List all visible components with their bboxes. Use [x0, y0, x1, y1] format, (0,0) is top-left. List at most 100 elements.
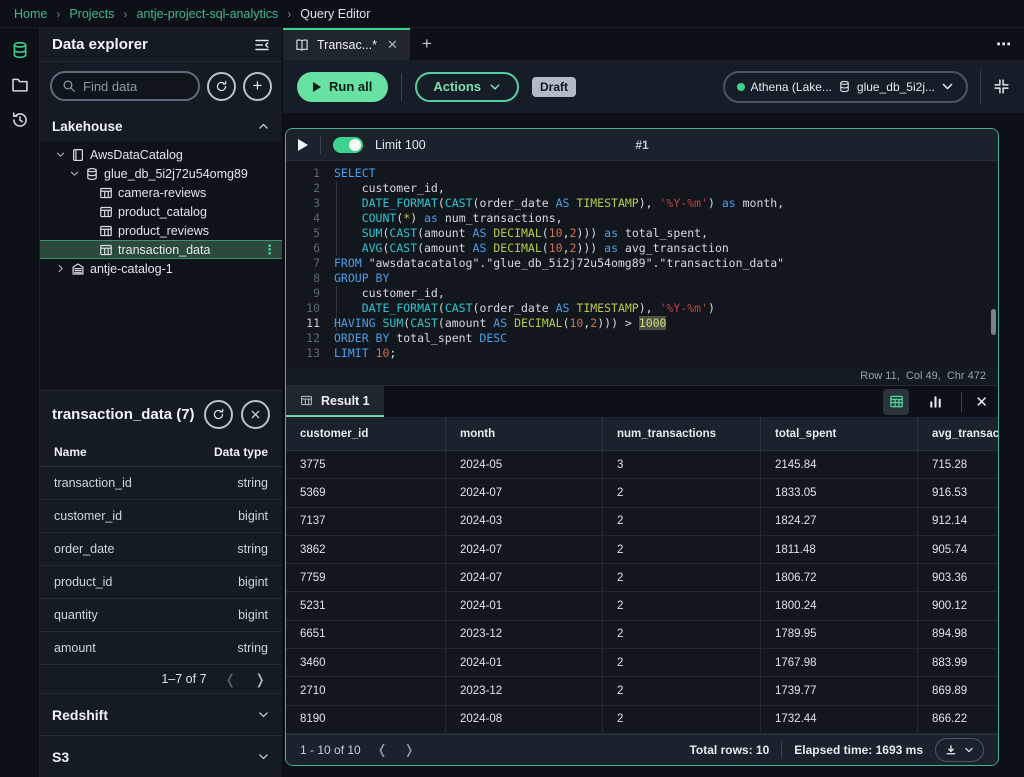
tree-item-product_reviews[interactable]: product_reviews — [40, 221, 282, 240]
table-cell: 7137 — [286, 508, 446, 535]
schema-prev-page-icon[interactable]: ❬ — [225, 671, 237, 688]
code-line: 12ORDER BY total_spent DESC — [286, 331, 998, 346]
connection-db: glue_db_5i2j... — [857, 80, 935, 94]
new-tab-button[interactable]: + — [410, 28, 444, 60]
elapsed-time: Elapsed time: 1693 ms — [794, 743, 923, 757]
total-rows: Total rows: 10 — [689, 743, 769, 757]
collapse-panel-icon[interactable] — [254, 37, 270, 53]
line-number: 6 — [286, 241, 320, 256]
refresh-icon — [215, 80, 228, 93]
connection-name: Athena (Lake... — [751, 80, 832, 94]
line-number: 13 — [286, 346, 320, 361]
catalog-icon — [71, 148, 85, 162]
column-header-month: month — [446, 417, 603, 450]
close-tab-icon[interactable]: ✕ — [387, 37, 398, 53]
table-cell: 2024-07 — [446, 479, 603, 506]
field-type: string — [237, 641, 268, 655]
chevron-right-icon[interactable] — [55, 263, 66, 274]
run-cell-icon[interactable] — [298, 139, 308, 151]
history-icon[interactable] — [7, 107, 33, 133]
tree-item-AwsDataCatalog[interactable]: AwsDataCatalog — [40, 145, 282, 164]
item-menu-icon[interactable]: ⋮ — [263, 242, 276, 258]
table-cell: 903.36 — [918, 564, 998, 591]
table-cell: 2024-08 — [446, 706, 603, 733]
code-line: 4 COUNT(*) as num_transactions, — [286, 211, 998, 226]
download-button[interactable] — [935, 738, 984, 762]
schema-refresh-button[interactable] — [204, 400, 233, 429]
editor-tab[interactable]: Transac...* ✕ — [283, 28, 410, 60]
schema-field-row: product_idbigint — [40, 566, 282, 599]
status-dot — [737, 83, 745, 91]
search-input[interactable] — [83, 79, 188, 94]
folder-icon[interactable] — [7, 72, 33, 98]
tree-item-product_catalog[interactable]: product_catalog — [40, 202, 282, 221]
table-cell: 2024-05 — [446, 451, 603, 478]
breadcrumb-item[interactable]: Home — [14, 7, 47, 21]
chevron-down-icon — [257, 708, 270, 721]
results-prev-page-icon[interactable]: ❬ — [377, 742, 388, 758]
close-results-icon[interactable]: ✕ — [975, 393, 988, 411]
redshift-section-header[interactable]: Redshift — [40, 693, 282, 735]
tree-item-antje-catalog-1[interactable]: antje-catalog-1 — [40, 259, 282, 278]
table-cell: 2 — [603, 706, 761, 733]
code-line: 6 AVG(CAST(amount AS DECIMAL(10,2))) as … — [286, 241, 998, 256]
schema-type-header: Data type — [214, 445, 268, 459]
refresh-icon — [212, 408, 225, 421]
download-icon — [945, 744, 957, 756]
table-cell: 2 — [603, 677, 761, 704]
line-number: 5 — [286, 226, 320, 241]
table-row: 27102023-1221739.77869.89 — [286, 677, 998, 705]
lakehouse-section-header[interactable]: Lakehouse — [40, 110, 282, 142]
s3-section-header[interactable]: S3 — [40, 735, 282, 777]
code-line: 1SELECT — [286, 166, 998, 181]
tree-item-label: transaction_data — [118, 243, 210, 257]
tree-item-camera-reviews[interactable]: camera-reviews — [40, 183, 282, 202]
table-row: 71372024-0321824.27912.14 — [286, 508, 998, 536]
chevron-down-icon[interactable] — [69, 168, 80, 179]
cell-number: #1 — [635, 138, 648, 152]
table-view-button[interactable] — [883, 389, 909, 415]
schema-next-page-icon[interactable]: ❭ — [254, 671, 266, 688]
table-cell: 2145.84 — [761, 451, 918, 478]
run-all-button[interactable]: Run all — [297, 72, 388, 102]
schema-field-row: amountstring — [40, 632, 282, 665]
chart-view-button[interactable] — [922, 389, 948, 415]
limit-toggle[interactable] — [333, 137, 363, 153]
sql-code-editor[interactable]: 1SELECT2 customer_id,3 DATE_FORMAT(CAST(… — [286, 161, 998, 367]
table-row: 52312024-0121800.24900.12 — [286, 592, 998, 620]
play-icon — [313, 82, 321, 92]
breadcrumb-item[interactable]: Projects — [69, 7, 114, 21]
tree-item-glue_db_5i2j72u54omg89[interactable]: glue_db_5i2j72u54omg89 — [40, 164, 282, 183]
table-cell: 866.22 — [918, 706, 998, 733]
search-icon — [62, 79, 76, 93]
breadcrumb-item[interactable]: antje-project-sql-analytics — [137, 7, 279, 21]
connection-selector[interactable]: Athena (Lake... glue_db_5i2j... — [723, 71, 968, 103]
tree-item-label: camera-reviews — [118, 186, 206, 200]
more-options-icon[interactable]: ⋯ — [996, 28, 1012, 60]
data-explorer-panel: Data explorer + Lakehouse AwsDataCatalog… — [40, 28, 283, 777]
table-icon — [99, 243, 113, 257]
schema-field-row: order_datestring — [40, 533, 282, 566]
add-button[interactable]: + — [243, 72, 272, 101]
table-cell: 905.74 — [918, 536, 998, 563]
chevron-down-icon — [964, 745, 974, 755]
tree-item-transaction_data[interactable]: transaction_data ⋮ — [40, 240, 282, 259]
refresh-button[interactable] — [207, 72, 236, 101]
table-icon — [99, 205, 113, 219]
field-type: string — [237, 542, 268, 556]
results-next-page-icon[interactable]: ❭ — [404, 742, 415, 758]
table-cell: 1806.72 — [761, 564, 918, 591]
editor-scrollbar[interactable] — [991, 309, 996, 335]
result-tab[interactable]: Result 1 — [286, 386, 384, 417]
column-header-avg_transaction: avg_transaction — [918, 417, 998, 450]
column-header-num_transactions: num_transactions — [603, 417, 761, 450]
breadcrumb-item: Query Editor — [300, 7, 370, 21]
collapse-view-icon[interactable] — [993, 78, 1010, 95]
chevron-down-icon[interactable] — [55, 149, 66, 160]
database-icon[interactable] — [7, 37, 33, 63]
actions-button[interactable]: Actions — [415, 72, 519, 102]
table-row: 37752024-0532145.84715.28 — [286, 451, 998, 479]
table-cell: 2 — [603, 479, 761, 506]
breadcrumb-separator-icon: › — [56, 7, 60, 21]
schema-close-button[interactable] — [241, 400, 270, 429]
